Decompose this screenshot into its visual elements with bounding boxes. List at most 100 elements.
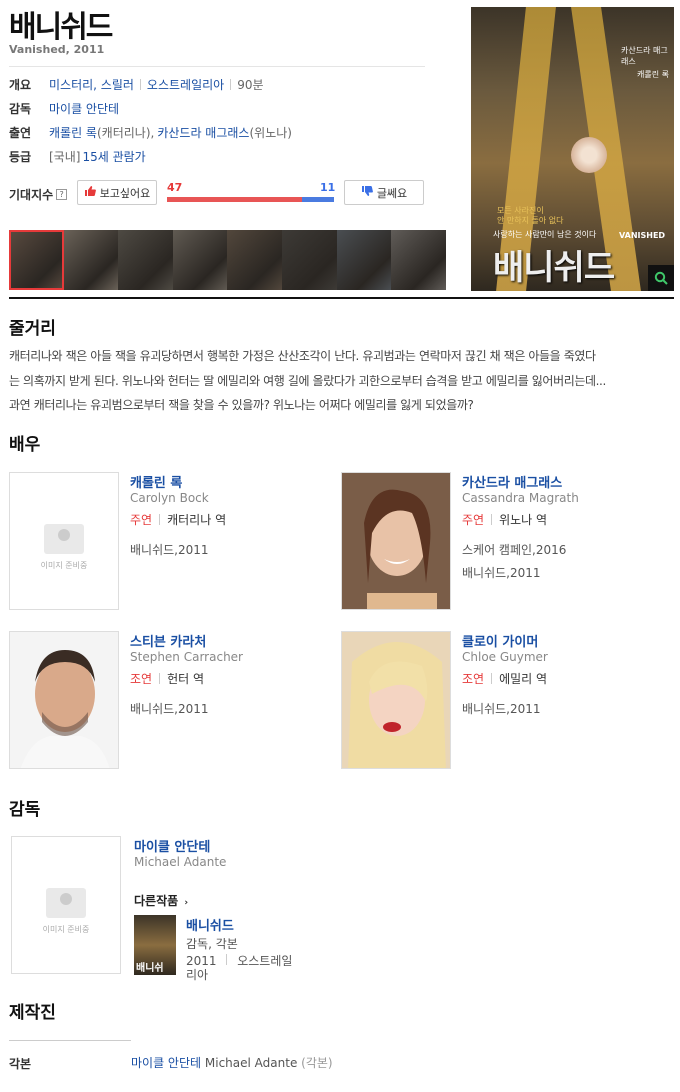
poster-pacifier bbox=[571, 137, 607, 173]
movie-subtitle: Vanished, 2011 bbox=[9, 43, 105, 56]
rating-link[interactable]: 15세 관람가 bbox=[82, 148, 145, 165]
staff-entry: 마이클 안단테 Michael Adante (각본) bbox=[131, 1054, 333, 1071]
cast-photo[interactable] bbox=[341, 472, 451, 610]
like-count: 47 bbox=[167, 181, 183, 194]
cast-name-en: Stephen Carracher bbox=[130, 650, 243, 664]
role-name: 에밀리 역 bbox=[499, 672, 548, 686]
cast-card: 스티븐 카라처 Stephen Carracher 조연 헌터 역 배니쉬드,2… bbox=[9, 631, 339, 776]
separator bbox=[491, 514, 493, 525]
poster-title: 배니쉬드 bbox=[493, 248, 615, 288]
still-thumbnail[interactable] bbox=[9, 230, 64, 290]
work-meta: 2011 오스트레일리아 bbox=[186, 954, 296, 982]
search-icon[interactable] bbox=[648, 265, 674, 291]
cast-card: 이미지 준비중 캐롤린 록 Carolyn Bock 주연 캐터리나 역 배니쉬… bbox=[9, 472, 339, 617]
role-name: 헌터 역 bbox=[167, 672, 205, 686]
expectation-bar bbox=[167, 197, 334, 202]
cast-work[interactable]: 스케어 캠페인,2016 bbox=[462, 541, 566, 558]
cast-link[interactable]: 카산드라 매그래스 bbox=[157, 124, 249, 141]
still-thumbnail[interactable] bbox=[118, 230, 173, 290]
cast-role: (위노나) bbox=[249, 125, 292, 140]
dislike-label: 글쎄요 bbox=[376, 186, 408, 200]
image-placeholder-icon bbox=[44, 523, 84, 554]
staff-heading: 제작진 bbox=[9, 1003, 56, 1023]
movie-poster[interactable]: 카산드라 매그래스 캐롤린 록 모든 사라진이 안 만하지 돌아 없다 사랑하는… bbox=[471, 7, 674, 291]
separator bbox=[226, 954, 228, 965]
poster-title-en: VANISHED bbox=[619, 231, 666, 240]
expectation-title: 기대지수 bbox=[9, 188, 54, 202]
director-name-en: Michael Adante bbox=[134, 855, 227, 869]
placeholder-text: 이미지 준비중 bbox=[40, 560, 88, 570]
info-label: 감독 bbox=[9, 101, 32, 116]
cast-name[interactable]: 캐롤린 록 bbox=[130, 472, 182, 491]
still-thumbnail[interactable] bbox=[63, 230, 119, 290]
expectation-label: 기대지수 ? bbox=[9, 186, 68, 203]
director-link[interactable]: 마이클 안단테 bbox=[49, 100, 119, 117]
info-label: 출연 bbox=[9, 125, 32, 140]
role-type: 조연 bbox=[130, 672, 153, 686]
info-director-row: 감독 마이클 안단테 bbox=[9, 99, 119, 117]
cast-role: (캐터리나), bbox=[96, 125, 155, 140]
movie-title: 배니쉬드 bbox=[9, 10, 113, 45]
staff-name[interactable]: 마이클 안단테 bbox=[131, 1056, 201, 1070]
other-works-label: 다른작품 bbox=[134, 894, 179, 908]
divider bbox=[9, 1040, 131, 1041]
cast-link[interactable]: 캐롤린 록 bbox=[49, 124, 97, 141]
work-poster-text: 배니쉬 bbox=[136, 963, 164, 974]
poster-tagline: 안 만하지 돌아 없다 bbox=[497, 216, 564, 225]
staff-name-en: Michael Adante bbox=[204, 1056, 298, 1070]
dislike-button[interactable]: 글쎄요 bbox=[344, 180, 424, 205]
work-role: 감독, 각본 bbox=[186, 937, 238, 951]
cast-role: 조연 헌터 역 bbox=[130, 670, 204, 687]
cast-name[interactable]: 카산드라 매그래스 bbox=[462, 472, 562, 491]
poster-credit: 캐롤린 록 bbox=[637, 70, 669, 79]
still-thumbnail[interactable] bbox=[227, 230, 282, 290]
photo-placeholder[interactable]: 이미지 준비중 bbox=[11, 836, 121, 974]
image-placeholder-icon bbox=[46, 887, 86, 918]
cast-work[interactable]: 배니쉬드,2011 bbox=[462, 700, 541, 717]
separator bbox=[159, 514, 161, 525]
thumbs-down-icon bbox=[361, 185, 373, 200]
role-name: 캐터리나 역 bbox=[167, 513, 227, 527]
separator bbox=[491, 673, 493, 684]
cast-work[interactable]: 배니쉬드,2011 bbox=[130, 700, 209, 717]
work-year: 2011 bbox=[186, 954, 217, 968]
like-bar-fill bbox=[167, 197, 303, 202]
country-link[interactable]: 오스트레일리아 bbox=[147, 76, 224, 93]
cast-card: 카산드라 매그래스 Cassandra Magrath 주연 위노나 역 스케어… bbox=[341, 472, 671, 617]
separator bbox=[230, 78, 232, 90]
still-thumbnail[interactable] bbox=[172, 230, 228, 290]
director-name[interactable]: 마이클 안단테 bbox=[134, 836, 210, 855]
cast-photo[interactable] bbox=[9, 631, 119, 769]
work-title[interactable]: 배니쉬드 bbox=[186, 915, 234, 934]
still-thumbnail[interactable] bbox=[391, 230, 446, 290]
cast-role: 주연 캐터리나 역 bbox=[130, 511, 226, 528]
director-heading: 감독 bbox=[9, 800, 41, 820]
cast-name[interactable]: 스티븐 카라처 bbox=[130, 631, 206, 650]
cast-work[interactable]: 배니쉬드,2011 bbox=[130, 541, 209, 558]
still-thumbnail[interactable] bbox=[281, 230, 337, 290]
cast-work[interactable]: 배니쉬드,2011 bbox=[462, 564, 541, 581]
genre-link[interactable]: 미스터리, 스릴러 bbox=[49, 76, 134, 93]
like-label: 보고싶어요 bbox=[99, 186, 151, 200]
info-label: 개요 bbox=[9, 77, 32, 92]
cast-card: 클로이 가이머 Chloe Guymer 조연 에밀리 역 배니쉬드,2011 bbox=[341, 631, 671, 776]
staff-role: (각본) bbox=[301, 1056, 333, 1070]
help-icon[interactable]: ? bbox=[56, 189, 68, 200]
other-works-link[interactable]: 다른작품 › bbox=[134, 892, 188, 909]
rating-scope: [국내] bbox=[49, 149, 81, 164]
cast-photo[interactable] bbox=[341, 631, 451, 769]
thumbs-up-icon bbox=[84, 185, 96, 200]
role-name: 위노나 역 bbox=[499, 513, 548, 527]
info-rating-row: 등급 [국내] 15세 관람가 bbox=[9, 147, 146, 165]
photo-placeholder[interactable]: 이미지 준비중 bbox=[9, 472, 119, 610]
role-type: 주연 bbox=[462, 513, 485, 527]
divider bbox=[9, 66, 425, 67]
still-thumbnail[interactable] bbox=[336, 230, 392, 290]
cast-name[interactable]: 클로이 가이머 bbox=[462, 631, 538, 650]
staff-role-label: 각본 bbox=[9, 1057, 32, 1071]
synopsis-line: 과연 캐터리나는 유괴범으로부터 잭을 찾을 수 있을까? 위노나는 어쩌다 에… bbox=[9, 398, 474, 412]
chevron-right-icon: › bbox=[184, 898, 189, 908]
work-poster[interactable]: 배니쉬 bbox=[134, 915, 176, 975]
like-button[interactable]: 보고싶어요 bbox=[77, 180, 157, 205]
runtime: 90분 bbox=[237, 77, 264, 92]
